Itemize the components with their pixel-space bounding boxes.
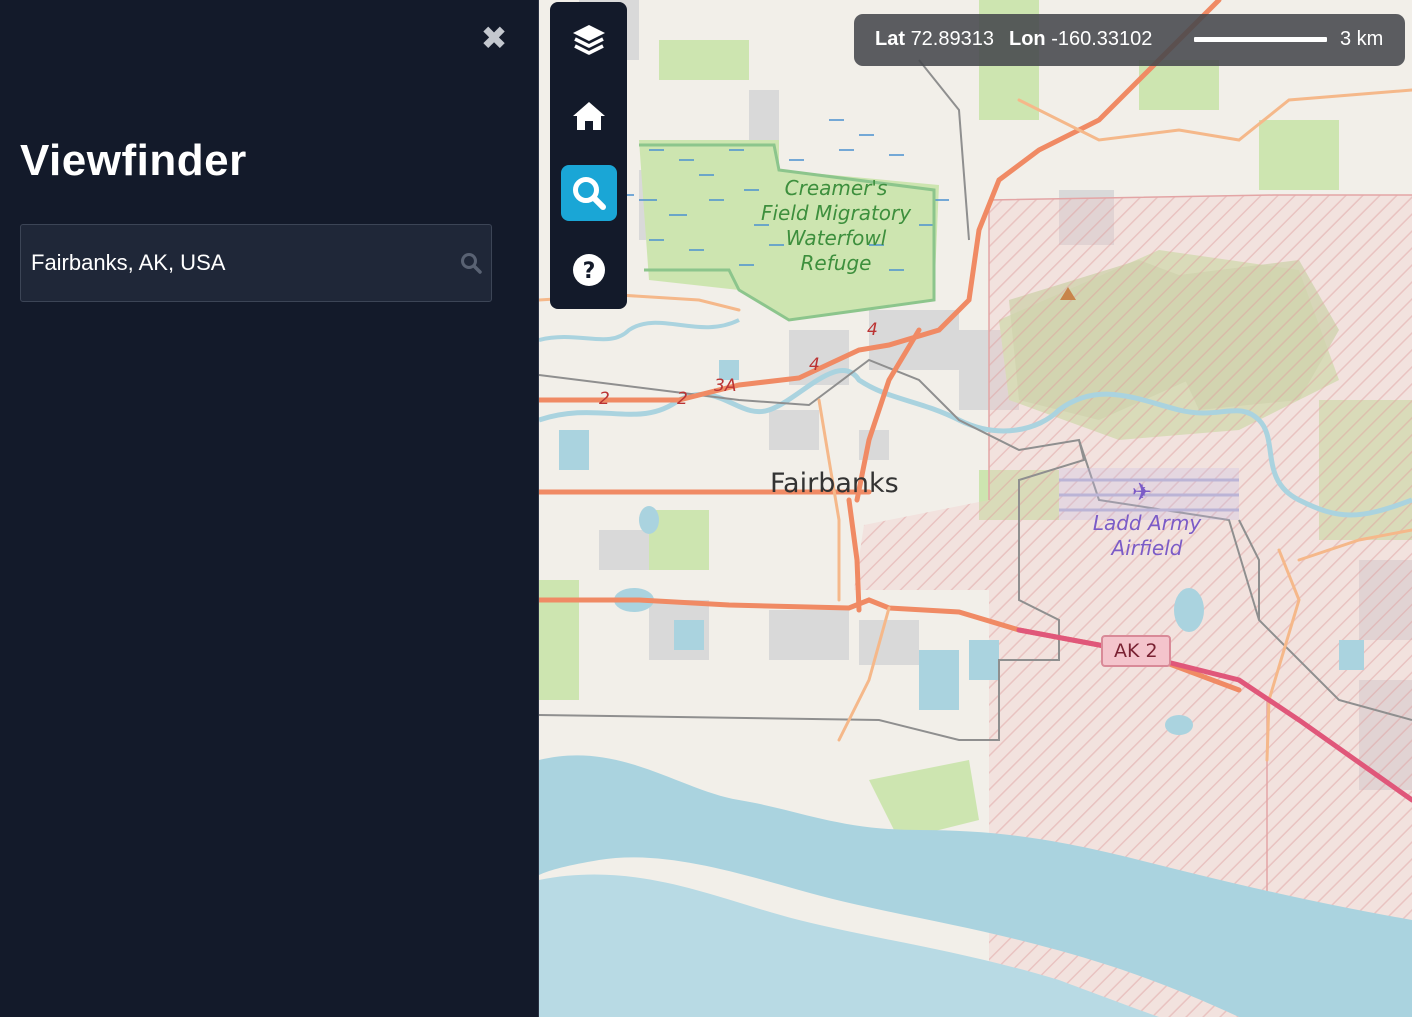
refuge-label-line: Waterfowl (785, 226, 887, 250)
longitude-readout: Lon -160.33102 (1009, 28, 1152, 51)
route-label: 2 (677, 389, 688, 409)
search-box (20, 224, 492, 302)
peak-icon (1060, 287, 1076, 300)
map-view[interactable]: Fairbanks Creamer's Field Migratory Wate… (539, 0, 1412, 1017)
home-button[interactable] (561, 88, 617, 144)
refuge-label-line: Field Migratory (761, 201, 912, 225)
route-label: 4 (867, 320, 878, 340)
svg-text:?: ? (583, 259, 596, 284)
layers-icon (573, 25, 605, 55)
refuge-label-line: Creamer's (784, 176, 888, 200)
route-label: 2 (599, 389, 610, 409)
airplane-icon: ✈ (1132, 478, 1153, 506)
route-label: 4 (809, 355, 820, 375)
scale-bar (1194, 37, 1327, 42)
city-label: Fairbanks (770, 468, 899, 499)
longitude-value: -160.33102 (1051, 28, 1153, 50)
layers-button[interactable] (561, 12, 617, 68)
help-icon: ? (573, 254, 605, 286)
search-input[interactable] (31, 225, 451, 301)
help-button[interactable]: ? (561, 242, 617, 298)
refuge-label: Creamer's Field Migratory Waterfowl Refu… (761, 176, 911, 276)
app-title: Viewfinder (20, 136, 247, 185)
map-basemap (539, 0, 1412, 1017)
search-icon[interactable] (459, 251, 483, 275)
road-shield: AK 2 (1101, 635, 1171, 667)
search-icon (573, 177, 606, 210)
coordinate-bar: Lat 72.89313 Lon -160.33102 3 km (854, 14, 1405, 66)
route-label: 3A (714, 376, 737, 396)
map-toolbar: ? (550, 2, 627, 309)
airfield-label: Ladd Army Airfield (1087, 511, 1207, 561)
close-icon[interactable]: ✖ (478, 20, 510, 56)
home-icon (573, 102, 605, 130)
refuge-label-line: Refuge (800, 251, 872, 275)
longitude-label: Lon (1009, 28, 1046, 50)
airfield-label-line: Ladd Army (1092, 511, 1202, 535)
latitude-label: Lat (875, 28, 905, 50)
latitude-value: 72.89313 (910, 28, 994, 50)
scale-label: 3 km (1340, 28, 1384, 50)
sidebar-panel: ✖ Viewfinder (0, 0, 539, 1017)
search-tool-button[interactable] (561, 165, 617, 221)
airfield-label-line: Airfield (1111, 536, 1183, 560)
latitude-readout: Lat 72.89313 (875, 28, 994, 51)
